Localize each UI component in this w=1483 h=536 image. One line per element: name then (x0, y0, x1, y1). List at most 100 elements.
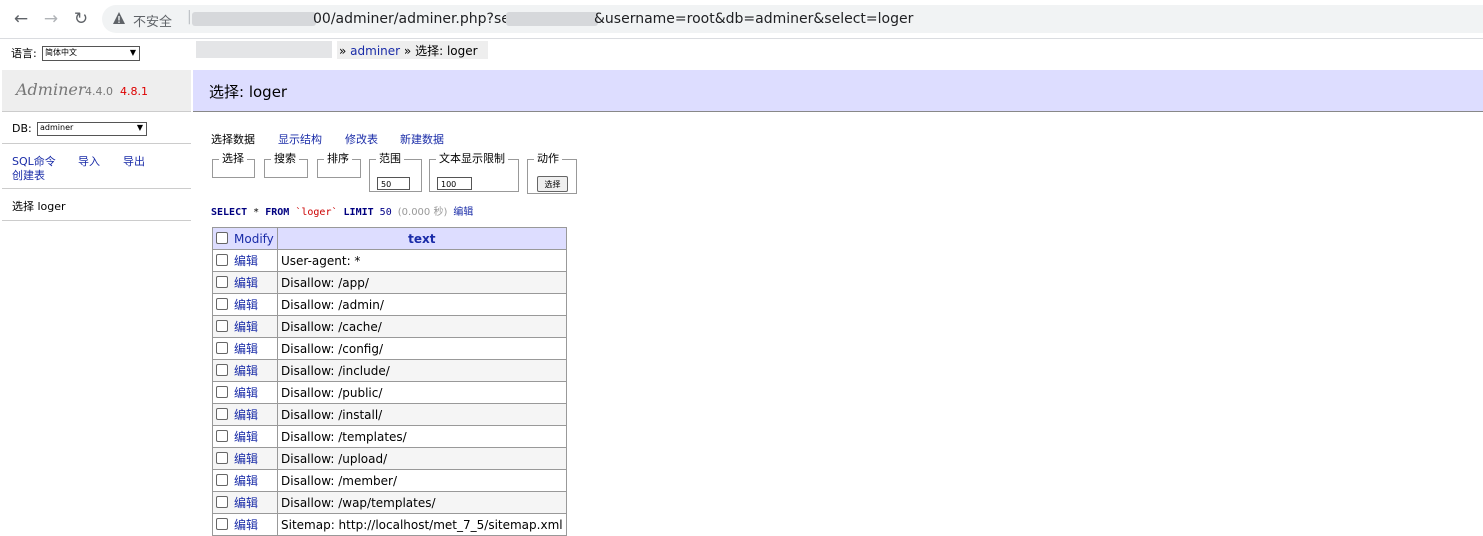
table-header-row: Modify text (212, 227, 567, 250)
row-edit-link[interactable]: 编辑 (234, 320, 258, 334)
action-fieldset: 动作 选择 (527, 153, 577, 194)
new-version-link[interactable]: 4.8.1 (120, 85, 148, 98)
row-checkbox[interactable] (216, 254, 228, 266)
row-edit-link[interactable]: 编辑 (234, 496, 258, 510)
search-legend[interactable]: 搜索 (271, 153, 299, 165)
row-checkbox[interactable] (216, 496, 228, 508)
table-row: 编辑 Disallow: /wap/templates/ (212, 491, 567, 514)
row-select-cell: 编辑 (212, 271, 278, 294)
row-select-cell: 编辑 (212, 491, 278, 514)
row-checkbox[interactable] (216, 430, 228, 442)
select-submit-button[interactable]: 选择 (537, 176, 568, 192)
insecure-label: 不安全 (133, 15, 173, 30)
row-text-cell: Disallow: /upload/ (277, 447, 567, 470)
limit-input[interactable]: 50 (377, 177, 410, 190)
address-bar[interactable]: 不安全 | 00/adminer/adminer.php?server= &us… (102, 5, 1483, 33)
create-table-link[interactable]: 创建表 (12, 167, 45, 183)
back-arrow-icon[interactable]: ← (11, 9, 31, 29)
table-row: 编辑 Disallow: /app/ (212, 271, 567, 294)
row-text-cell: User-agent: * (277, 249, 567, 272)
language-select[interactable]: 简体中文 ▼ (42, 46, 140, 61)
row-checkbox[interactable] (216, 452, 228, 464)
row-checkbox[interactable] (216, 342, 228, 354)
export-link[interactable]: 导出 (123, 153, 145, 169)
row-edit-link[interactable]: 编辑 (234, 276, 258, 290)
row-edit-link[interactable]: 编辑 (234, 364, 258, 378)
row-text-cell: Disallow: /cache/ (277, 315, 567, 338)
row-edit-link[interactable]: 编辑 (234, 342, 258, 356)
chevron-down-icon: ▼ (136, 123, 143, 132)
row-text-cell: Sitemap: http://localhost/met_7_5/sitema… (277, 513, 567, 536)
tab-select-data[interactable]: 选择数据 (211, 131, 255, 147)
query-time: (0.000 秒) (397, 207, 448, 218)
row-select-cell: 编辑 (212, 249, 278, 272)
row-select-cell: 编辑 (212, 513, 278, 536)
table-row: 编辑 Disallow: /admin/ (212, 293, 567, 316)
row-edit-link[interactable]: 编辑 (234, 386, 258, 400)
db-select[interactable]: adminer ▼ (37, 122, 147, 136)
page-header: 选择: loger (193, 70, 1483, 112)
row-checkbox[interactable] (216, 518, 228, 530)
row-text-cell: Disallow: /install/ (277, 403, 567, 426)
table-row: 编辑 Disallow: /include/ (212, 359, 567, 382)
sort-legend[interactable]: 排序 (324, 153, 352, 165)
row-edit-link[interactable]: 编辑 (234, 452, 258, 466)
table-row: 编辑 Disallow: /cache/ (212, 315, 567, 338)
row-text-cell: Disallow: /member/ (277, 469, 567, 492)
url-redacted (192, 12, 316, 26)
action-legend: 动作 (534, 153, 562, 165)
reload-icon[interactable]: ↻ (71, 9, 91, 29)
forward-arrow-icon[interactable]: → (41, 9, 61, 29)
table-select-link[interactable]: 选择 loger (12, 198, 66, 214)
text-length-input[interactable]: 100 (437, 177, 472, 190)
row-edit-link[interactable]: 编辑 (234, 408, 258, 422)
text-column-header[interactable]: text (277, 227, 567, 250)
limit-legend: 范围 (376, 153, 404, 165)
select-all-checkbox[interactable] (216, 231, 228, 244)
row-checkbox[interactable] (216, 474, 228, 486)
db-label: DB: (12, 122, 32, 135)
row-checkbox[interactable] (216, 408, 228, 420)
modify-link[interactable]: Modify (234, 232, 274, 246)
row-edit-link[interactable]: 编辑 (234, 298, 258, 312)
row-select-cell: 编辑 (212, 403, 278, 426)
row-edit-link[interactable]: 编辑 (234, 474, 258, 488)
brand-link[interactable]: Adminer (16, 80, 86, 99)
row-text-cell: Disallow: /config/ (277, 337, 567, 360)
table-row: 编辑 Disallow: /config/ (212, 337, 567, 360)
row-checkbox[interactable] (216, 386, 228, 398)
search-fieldset[interactable]: 搜索 (264, 153, 308, 178)
result-table: Modify text 编辑 User-agent: * 编辑 Disallow: /… (212, 227, 567, 536)
table-row: 编辑 Sitemap: http://localhost/met_7_5/site… (212, 513, 567, 536)
row-edit-link[interactable]: 编辑 (234, 254, 258, 268)
row-checkbox[interactable] (216, 320, 228, 332)
row-edit-link[interactable]: 编辑 (234, 430, 258, 444)
sort-fieldset[interactable]: 排序 (317, 153, 361, 178)
sidebar-divider (2, 188, 191, 189)
table-row: 编辑 Disallow: /public/ (212, 381, 567, 404)
modify-header: Modify (212, 227, 278, 250)
version-label: 4.4.0 (85, 85, 113, 98)
select-legend[interactable]: 选择 (219, 153, 247, 165)
tab-show-structure[interactable]: 显示结构 (278, 131, 322, 147)
limit-fieldset: 范围 50 (369, 153, 422, 192)
chevron-down-icon: ▼ (129, 48, 136, 57)
row-select-cell: 编辑 (212, 381, 278, 404)
row-checkbox[interactable] (216, 298, 228, 310)
sql-query-line: SELECT * FROM `loger` LIMIT 50 (0.000 秒)… (211, 203, 473, 218)
table-row: 编辑 User-agent: * (212, 249, 567, 272)
select-fieldset[interactable]: 选择 (212, 153, 255, 178)
row-checkbox[interactable] (216, 364, 228, 376)
row-edit-link[interactable]: 编辑 (234, 518, 258, 532)
sql-keyword: SELECT (211, 207, 248, 218)
row-checkbox[interactable] (216, 276, 228, 288)
edit-query-link[interactable]: 编辑 (453, 207, 473, 218)
sql-keyword: FROM (265, 207, 290, 218)
tab-alter-table[interactable]: 修改表 (345, 131, 378, 147)
tab-new-item[interactable]: 新建数据 (400, 131, 444, 147)
breadcrumb-db-link[interactable]: adminer (350, 44, 400, 58)
import-link[interactable]: 导入 (78, 153, 100, 169)
text-length-fieldset: 文本显示限制 100 (429, 153, 519, 192)
row-select-cell: 编辑 (212, 425, 278, 448)
url-separator: | (187, 9, 192, 25)
